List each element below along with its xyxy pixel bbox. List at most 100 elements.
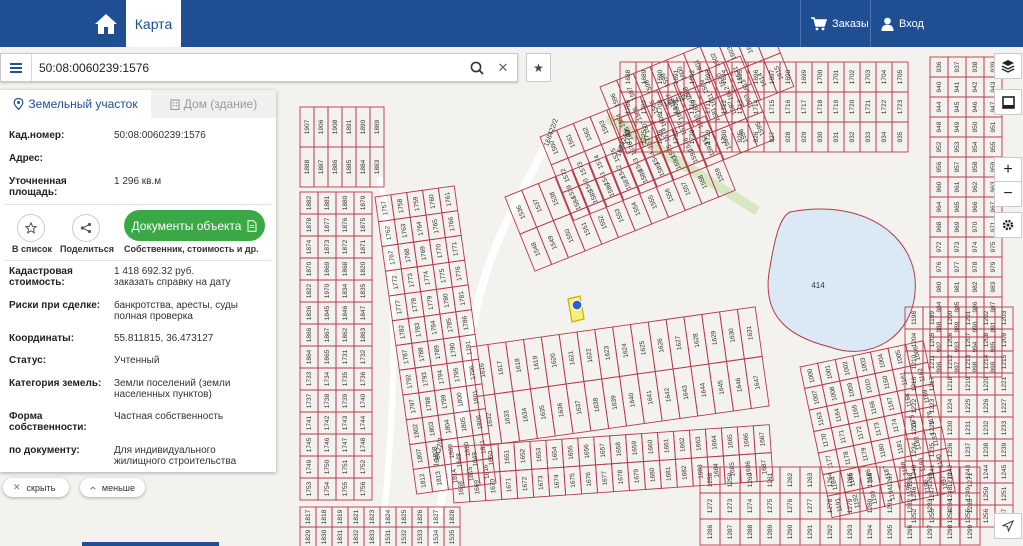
home-button[interactable]: [86, 0, 126, 47]
parcel-label: 1846: [342, 305, 349, 320]
parcel-label: 1723: [897, 99, 904, 114]
search-input[interactable]: [39, 58, 459, 78]
parcel-label: 1235: [929, 442, 936, 457]
tab-land-plot[interactable]: Земельный участок: [0, 90, 151, 118]
collapse-panel-button[interactable]: меньше: [80, 478, 145, 497]
object-documents-button[interactable]: Документы объекта: [124, 210, 265, 241]
login-button[interactable]: Вход: [870, 0, 930, 47]
parcel-label: 1702: [849, 69, 856, 84]
parcel-label: 1626: [657, 337, 666, 353]
parcel-label: 936: [936, 61, 943, 72]
parcel-label: 1870: [306, 261, 313, 276]
parcel-label: 1232: [983, 420, 990, 435]
parcel-label: 1562: [582, 125, 594, 141]
parcel-label: 1548: [530, 241, 542, 257]
parcel-label: 1624: [621, 342, 630, 358]
zoom-in-button[interactable]: +: [994, 157, 1022, 183]
parcel-label: 1771: [451, 241, 460, 257]
parcel-label: 1807: [415, 448, 424, 464]
settings-button[interactable]: [994, 212, 1022, 238]
parcel-label: 1173: [873, 421, 883, 437]
parcel-label: 1233: [1001, 420, 1008, 435]
parcel-label: 1869: [324, 261, 331, 276]
parcel-label: 1647: [753, 374, 762, 390]
orders-button[interactable]: Заказы: [800, 0, 870, 47]
parcel-label: 1704: [881, 69, 888, 84]
parcel-label: 1659: [631, 440, 639, 455]
parcel-label: 1707: [641, 99, 648, 114]
square-icon: [1001, 95, 1015, 109]
clear-search-button[interactable]: ✕: [493, 58, 513, 78]
parcel-label: 1907: [304, 119, 311, 134]
collapse-panel-label: меньше: [101, 482, 135, 493]
parcel-label: 1007: [811, 389, 821, 405]
parcel-label: 1191: [834, 497, 844, 513]
parcel-label: 1293: [847, 524, 854, 539]
parcel-label: 1298: [947, 524, 954, 539]
parcel-label: 1005: [895, 349, 905, 365]
full-check-link[interactable]: полная проверка: [114, 311, 269, 322]
locate-button[interactable]: [994, 513, 1022, 539]
orders-label: Заказы: [832, 17, 869, 30]
parcel-label: 1688: [625, 69, 632, 84]
parcel-label: 962: [972, 181, 979, 192]
layers-icon: [1001, 60, 1015, 73]
parcel-label: 1882: [306, 195, 313, 210]
parcel-label: 1675: [569, 473, 577, 488]
select-area-button[interactable]: [994, 89, 1022, 115]
parcel-label: 1634: [521, 407, 530, 423]
parcel-label: 1783: [414, 322, 423, 338]
parcel-label: 990: [972, 321, 979, 332]
parcel-label: 1556: [664, 187, 676, 203]
parcel-label: 1782: [398, 324, 407, 340]
add-to-list-button[interactable]: [17, 214, 45, 242]
parcel-label: 1727: [673, 129, 680, 144]
parcel-label: 1620: [550, 352, 559, 368]
document-icon: [247, 219, 257, 232]
tab-map[interactable]: Карта: [126, 0, 181, 47]
share-button[interactable]: [72, 214, 100, 242]
hide-panel-button[interactable]: ✕ скрыть: [3, 478, 69, 497]
parcel-label: 1733: [306, 371, 313, 386]
home-icon: [95, 13, 117, 34]
parcel-label: 1273: [727, 498, 734, 513]
tab-building[interactable]: Дом (здание): [151, 90, 276, 118]
parcel-label: 1206: [947, 332, 954, 347]
parcel-label: 1291: [807, 524, 814, 539]
parcel-label: 1866: [306, 327, 313, 342]
parcel-label: 1207: [965, 332, 972, 347]
parcel-label: 975: [990, 241, 997, 252]
layers-button[interactable]: [994, 53, 1022, 79]
hide-panel-label: скрыть: [26, 482, 56, 493]
zoom-out-button[interactable]: −: [994, 181, 1022, 207]
parcel-label: 1677: [601, 470, 609, 485]
parcel-label: 1227: [1001, 398, 1008, 413]
parcel-label: 1780: [442, 293, 451, 309]
parcel-label: 1284: [947, 498, 954, 513]
parcel-label: 1874: [306, 239, 313, 254]
parcel-label: 1537: [532, 197, 544, 213]
parcel-label: 1229: [929, 420, 936, 435]
cadastral-number-link[interactable]: 50:08:0060239:1576: [114, 130, 269, 141]
tab-land-plot-label: Земельный участок: [28, 97, 138, 111]
parcel-label: 1831: [337, 529, 344, 544]
parcel-label: 989: [954, 321, 961, 332]
menu-button[interactable]: [1, 54, 32, 81]
parcel-label: 1748: [360, 437, 367, 452]
order-certificate-link[interactable]: заказать справку на дату: [114, 277, 269, 288]
parcel-label: 1745: [306, 437, 313, 452]
parcel-label: 1873: [324, 239, 331, 254]
parcel-label: 1261: [767, 472, 774, 487]
object-documents-label: Документы объекта: [131, 218, 242, 233]
parcel-label: 1823: [369, 509, 376, 524]
favorite-button[interactable]: ★: [526, 53, 551, 82]
parcel-label: 1635: [539, 404, 548, 420]
parcel-label: 1736: [360, 371, 367, 386]
search-button[interactable]: [467, 58, 487, 78]
parcel-label: 1671: [505, 477, 513, 492]
parcel-label: 1908: [332, 119, 339, 134]
parcel-label: 1215: [1001, 354, 1008, 369]
parcel-label: 1650: [487, 450, 495, 465]
parcel-label: 1887: [318, 159, 325, 174]
parcel-label: 1561: [565, 132, 577, 148]
